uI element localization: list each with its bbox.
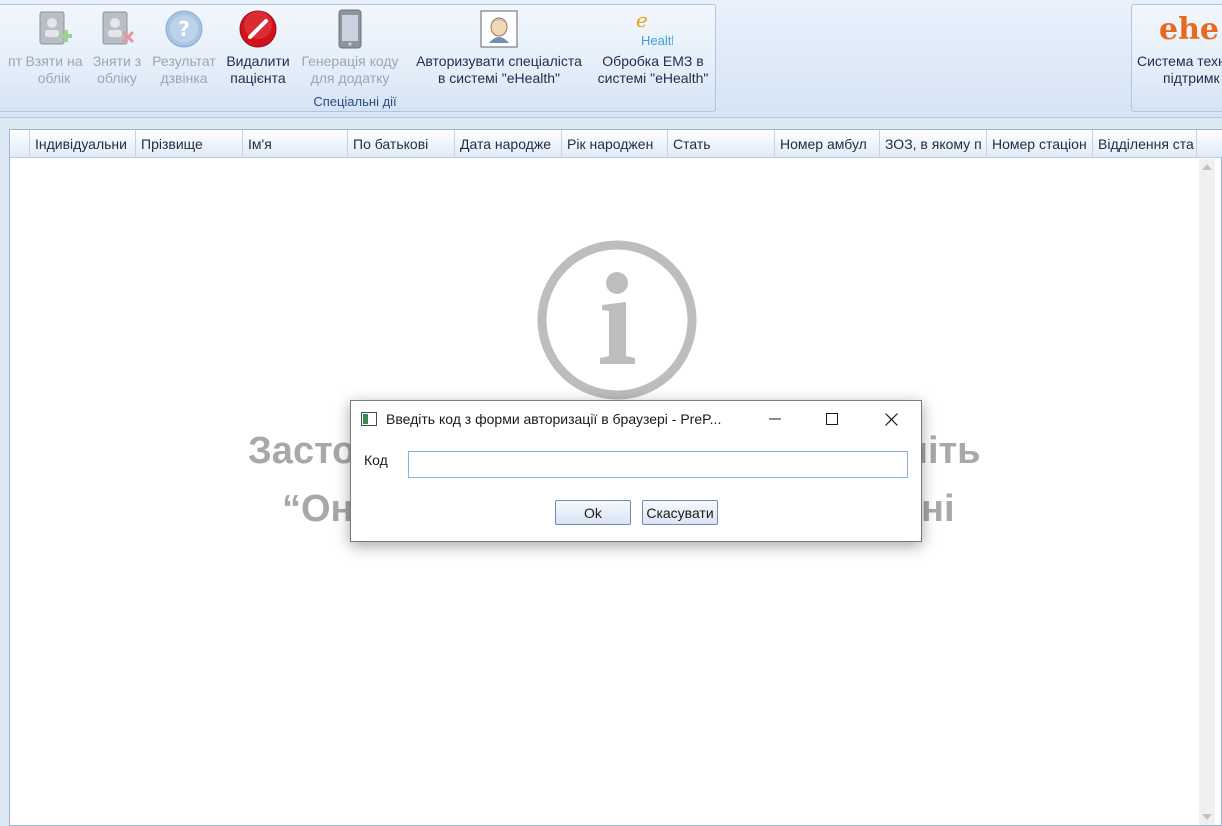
question-icon: ?: [164, 9, 204, 49]
authorization-code-dialog: Введіть код з форми авторизації в браузе…: [350, 400, 922, 542]
ehealth-logo: ehe: [1137, 9, 1222, 49]
dialog-title: Введіть код з форми авторизації в браузе…: [386, 411, 722, 427]
group-title: Спеціальні дії: [313, 94, 397, 109]
call-result-label-1: Результат: [152, 53, 216, 69]
special-actions-group: пт Взяти на облік Зняти з обліку ? Резул…: [0, 4, 716, 112]
column-header-individual[interactable]: Індивідуальни: [29, 130, 135, 158]
deregister-patient-label-2: обліку: [97, 70, 137, 86]
column-header-facility[interactable]: ЗОЗ, в якому п: [879, 130, 986, 158]
ok-button[interactable]: Ok: [555, 500, 631, 525]
tech-support-label-1: Система техн: [1137, 53, 1222, 69]
delete-patient-label-1: Видалити: [226, 53, 290, 69]
delete-icon: [238, 9, 278, 49]
maximize-icon: [826, 413, 838, 425]
generate-app-code-button[interactable]: Генерація коду для додатку: [295, 9, 405, 95]
phone-icon: [330, 9, 370, 49]
tech-support-label-2: підтримк: [1163, 70, 1220, 86]
column-header-patronymic[interactable]: По батькові: [347, 130, 454, 158]
deregister-patient-label-1: Зняти з: [92, 53, 142, 69]
scroll-down-icon[interactable]: [1202, 814, 1212, 820]
close-button[interactable]: [862, 401, 920, 437]
svg-text:e: e: [636, 9, 648, 32]
minimize-button[interactable]: [746, 401, 804, 437]
maximize-button[interactable]: [803, 401, 861, 437]
cancel-button[interactable]: Скасувати: [642, 500, 718, 525]
delete-patient-label-2: пацієнта: [230, 70, 286, 86]
authorize-specialist-button[interactable]: Авторизувати спеціаліста в системі "eHea…: [409, 9, 589, 95]
process-emr-label-1: Обробка ЕМЗ в: [602, 53, 704, 69]
register-patient-label-1: Взяти на: [25, 53, 83, 69]
tech-support-button[interactable]: ehe Система техн підтримк: [1132, 9, 1222, 95]
close-icon: [884, 412, 898, 426]
process-emr-button[interactable]: e Health Обробка ЕМЗ в системі "eHealth": [593, 9, 713, 95]
delete-patient-button[interactable]: Видалити пацієнта: [223, 9, 293, 95]
authorize-specialist-label-2: в системі "eHealth": [437, 70, 560, 86]
support-group: ehe Система техн підтримк: [1131, 4, 1222, 112]
process-emr-label-2: системі "eHealth": [597, 70, 709, 86]
code-input[interactable]: [408, 451, 908, 478]
column-header-sex[interactable]: Стать: [667, 130, 774, 158]
empty-message-line2-left: “Он: [282, 488, 354, 530]
ribbon-toolbar: пт Взяти на облік Зняти з обліку ? Резул…: [0, 0, 1222, 118]
register-patient-icon: [34, 9, 74, 49]
specialist-icon: [479, 9, 519, 49]
app-window-icon: [361, 412, 377, 426]
empty-message-line1-left: Засто: [248, 430, 356, 472]
generate-app-code-label-2: для додатку: [310, 70, 390, 86]
call-result-label-2: дзвінка: [160, 70, 208, 86]
generate-app-code-label-1: Генерація коду: [301, 53, 399, 69]
column-header-department[interactable]: Відділення ста: [1092, 130, 1196, 158]
code-label: Код: [364, 452, 388, 468]
cut-off-label: пт: [8, 53, 22, 69]
authorize-specialist-label-1: Авторизувати спеціаліста: [416, 53, 582, 69]
ehealth-icon-text: Health: [641, 33, 673, 48]
column-header-extra: [1196, 130, 1222, 158]
ehealth-logo-text: ehe: [1159, 11, 1219, 47]
scroll-up-icon[interactable]: [1202, 164, 1212, 170]
call-result-button[interactable]: ? Результат дзвінка: [149, 9, 219, 95]
empty-message-line2-right: ні: [921, 488, 955, 530]
column-header-birth-year[interactable]: Рік народжен: [561, 130, 667, 158]
register-patient-button[interactable]: Взяти на облік: [23, 9, 85, 95]
deregister-patient-button[interactable]: Зняти з обліку: [89, 9, 145, 95]
info-icon: [536, 239, 698, 404]
column-header-inpatient-number[interactable]: Номер стаціон: [986, 130, 1092, 158]
ehealth-icon: e Health: [633, 9, 673, 49]
column-header-birth-date[interactable]: Дата народже: [454, 130, 561, 158]
dialog-titlebar[interactable]: Введіть код з форми авторизації в браузе…: [351, 401, 921, 437]
minimize-icon: [769, 418, 781, 420]
deregister-patient-icon: [97, 9, 137, 49]
vertical-scrollbar[interactable]: [1199, 159, 1215, 825]
column-header-name[interactable]: Ім'я: [242, 130, 347, 158]
svg-text:?: ?: [178, 17, 190, 41]
column-header-ambulatory-number[interactable]: Номер амбул: [774, 130, 879, 158]
register-patient-label-2: облік: [37, 70, 71, 86]
grid-header: Індивідуальни Прізвище Ім'я По батькові …: [10, 130, 1222, 158]
column-header-surname[interactable]: Прізвище: [135, 130, 242, 158]
